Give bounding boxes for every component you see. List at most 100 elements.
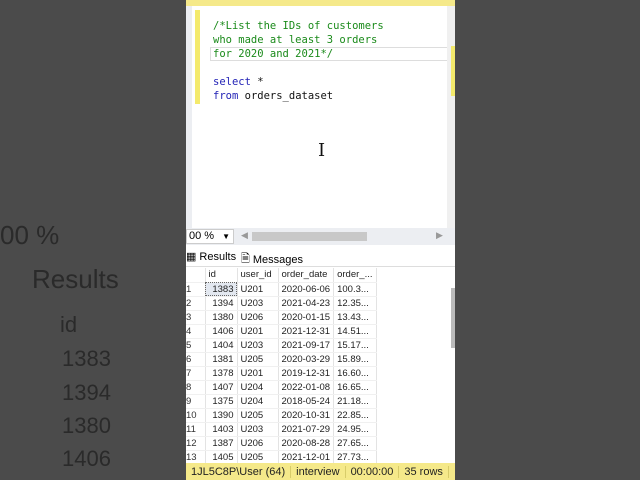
row-number[interactable]: 13 bbox=[186, 450, 206, 465]
grid-cell[interactable]: 2021-12-31 bbox=[278, 324, 335, 339]
row-number[interactable]: 7 bbox=[186, 366, 206, 381]
background-id-2: 1394 bbox=[62, 380, 111, 405]
grid-cell[interactable]: 27.65... bbox=[333, 436, 378, 451]
grid-cell[interactable]: 2020-06-06 bbox=[278, 282, 335, 297]
grid-cell[interactable]: 2021-12-01 bbox=[278, 450, 335, 465]
grid-cell[interactable]: 1406 bbox=[205, 324, 238, 339]
table-row[interactable]: 11 1403 U203 2021-07-29 24.95... bbox=[186, 422, 378, 437]
grid-cell[interactable]: 2020-08-28 bbox=[278, 436, 335, 451]
grid-cell[interactable]: 2021-09-17 bbox=[278, 338, 335, 353]
grid-vertical-scrollbar[interactable] bbox=[451, 288, 455, 348]
grid-cell[interactable]: 2019-12-31 bbox=[278, 366, 335, 381]
grid-cell[interactable]: 16.60... bbox=[333, 366, 378, 381]
grid-cell[interactable]: 1387 bbox=[205, 436, 238, 451]
row-number[interactable]: 11 bbox=[186, 422, 206, 437]
grid-cell[interactable]: U203 bbox=[237, 338, 279, 353]
grid-cell[interactable]: 1383 bbox=[205, 282, 238, 297]
table-row[interactable]: 6 1381 U205 2020-03-29 15.89... bbox=[186, 352, 378, 367]
grid-cell[interactable]: U205 bbox=[237, 352, 279, 367]
grid-cell[interactable]: 15.89... bbox=[333, 352, 378, 367]
table-row[interactable]: 2 1394 U203 2021-04-23 12.35... bbox=[186, 296, 378, 311]
grid-cell[interactable]: 24.95... bbox=[333, 422, 378, 437]
grid-cell[interactable]: 21.18... bbox=[333, 394, 378, 409]
horizontal-scrollbar[interactable] bbox=[252, 232, 367, 241]
grid-icon: ▦ bbox=[186, 251, 197, 263]
grid-cell[interactable]: U205 bbox=[237, 408, 279, 423]
row-number[interactable]: 4 bbox=[186, 324, 206, 339]
column-header[interactable]: order_... bbox=[333, 268, 378, 283]
column-header[interactable]: user_id bbox=[237, 268, 279, 283]
table-row[interactable]: 7 1378 U201 2019-12-31 16.60... bbox=[186, 366, 378, 381]
table-row[interactable]: 13 1405 U205 2021-12-01 27.73... bbox=[186, 450, 378, 465]
grid-cell[interactable]: 2021-07-29 bbox=[278, 422, 335, 437]
code-token: for 2020 and 2021*/ bbox=[213, 48, 334, 60]
grid-cell[interactable]: 2020-01-15 bbox=[278, 310, 335, 325]
grid-cell[interactable]: 1407 bbox=[205, 380, 238, 395]
grid-cell[interactable]: 12.35... bbox=[333, 296, 378, 311]
zoom-dropdown[interactable]: 00 % ▼ bbox=[186, 229, 234, 244]
grid-cell[interactable]: 2022-01-08 bbox=[278, 380, 335, 395]
grid-cell[interactable]: 2020-03-29 bbox=[278, 352, 335, 367]
row-number[interactable]: 6 bbox=[186, 352, 206, 367]
table-row[interactable]: 5 1404 U203 2021-09-17 15.17... bbox=[186, 338, 378, 353]
query-editor[interactable]: /*List the IDs of customers who made at l… bbox=[186, 6, 455, 228]
tab-results[interactable]: ▦ Results bbox=[186, 250, 236, 264]
grid-cell[interactable]: 1375 bbox=[205, 394, 238, 409]
column-header[interactable]: order_date bbox=[278, 268, 335, 283]
row-number[interactable]: 5 bbox=[186, 338, 206, 353]
table-row[interactable]: 4 1406 U201 2021-12-31 14.51... bbox=[186, 324, 378, 339]
grid-cell[interactable]: U204 bbox=[237, 380, 279, 395]
row-number[interactable]: 8 bbox=[186, 380, 206, 395]
table-row[interactable]: 12 1387 U206 2020-08-28 27.65... bbox=[186, 436, 378, 451]
table-row[interactable]: 10 1390 U205 2020-10-31 22.85... bbox=[186, 408, 378, 423]
status-bar: 1JL5C8P\User (64) interview 00:00:00 35 … bbox=[186, 463, 455, 480]
table-row[interactable]: 1 1383 U201 2020-06-06 100.3... bbox=[186, 282, 378, 297]
grid-header: id user_id order_date order_... bbox=[186, 268, 378, 283]
grid-cell[interactable]: 100.3... bbox=[333, 282, 378, 297]
row-number[interactable]: 10 bbox=[186, 408, 206, 423]
grid-cell[interactable]: U206 bbox=[237, 310, 279, 325]
grid-cell[interactable]: 13.43... bbox=[333, 310, 378, 325]
status-rows: 35 rows bbox=[399, 465, 449, 478]
grid-cell[interactable]: 2018-05-24 bbox=[278, 394, 335, 409]
tab-messages[interactable]: 🗎 Messages bbox=[241, 250, 303, 269]
grid-cell[interactable]: 1404 bbox=[205, 338, 238, 353]
grid-cell[interactable]: U205 bbox=[237, 450, 279, 465]
scroll-left-icon[interactable]: ◀ bbox=[241, 230, 248, 241]
grid-cell[interactable]: 15.17... bbox=[333, 338, 378, 353]
grid-cell[interactable]: 27.73... bbox=[333, 450, 378, 465]
grid-cell[interactable]: 1394 bbox=[205, 296, 238, 311]
grid-cell[interactable]: U203 bbox=[237, 422, 279, 437]
grid-cell[interactable]: U201 bbox=[237, 282, 279, 297]
grid-cell[interactable]: 1403 bbox=[205, 422, 238, 437]
row-number[interactable]: 1 bbox=[186, 282, 206, 297]
grid-cell[interactable]: U206 bbox=[237, 436, 279, 451]
scroll-right-icon[interactable]: ▶ bbox=[436, 230, 443, 241]
table-row[interactable]: 8 1407 U204 2022-01-08 16.65... bbox=[186, 380, 378, 395]
row-number[interactable]: 2 bbox=[186, 296, 206, 311]
grid-cell[interactable]: 2020-10-31 bbox=[278, 408, 335, 423]
grid-cell[interactable]: U201 bbox=[237, 366, 279, 381]
grid-cell[interactable]: U201 bbox=[237, 324, 279, 339]
ssms-window: /*List the IDs of customers who made at l… bbox=[186, 0, 455, 480]
row-number[interactable]: 3 bbox=[186, 310, 206, 325]
grid-cell[interactable]: 1381 bbox=[205, 352, 238, 367]
grid-cell[interactable]: 1380 bbox=[205, 310, 238, 325]
grid-cell[interactable]: 2021-04-23 bbox=[278, 296, 335, 311]
grid-cell[interactable]: 1378 bbox=[205, 366, 238, 381]
grid-cell[interactable]: U204 bbox=[237, 394, 279, 409]
table-row[interactable]: 3 1380 U206 2020-01-15 13.43... bbox=[186, 310, 378, 325]
column-header[interactable]: id bbox=[205, 268, 238, 283]
grid-cell[interactable]: 1390 bbox=[205, 408, 238, 423]
grid-cell[interactable]: U203 bbox=[237, 296, 279, 311]
background-id-4: 1406 bbox=[62, 446, 111, 471]
row-number[interactable]: 9 bbox=[186, 394, 206, 409]
code-text: /*List the IDs of customers who made at l… bbox=[213, 19, 384, 103]
grid-cell[interactable]: 22.85... bbox=[333, 408, 378, 423]
grid-cell[interactable]: 1405 bbox=[205, 450, 238, 465]
row-number[interactable]: 12 bbox=[186, 436, 206, 451]
table-row[interactable]: 9 1375 U204 2018-05-24 21.18... bbox=[186, 394, 378, 409]
grid-cell[interactable]: 14.51... bbox=[333, 324, 378, 339]
editor-vertical-scrollbar[interactable] bbox=[447, 6, 455, 228]
grid-cell[interactable]: 16.65... bbox=[333, 380, 378, 395]
